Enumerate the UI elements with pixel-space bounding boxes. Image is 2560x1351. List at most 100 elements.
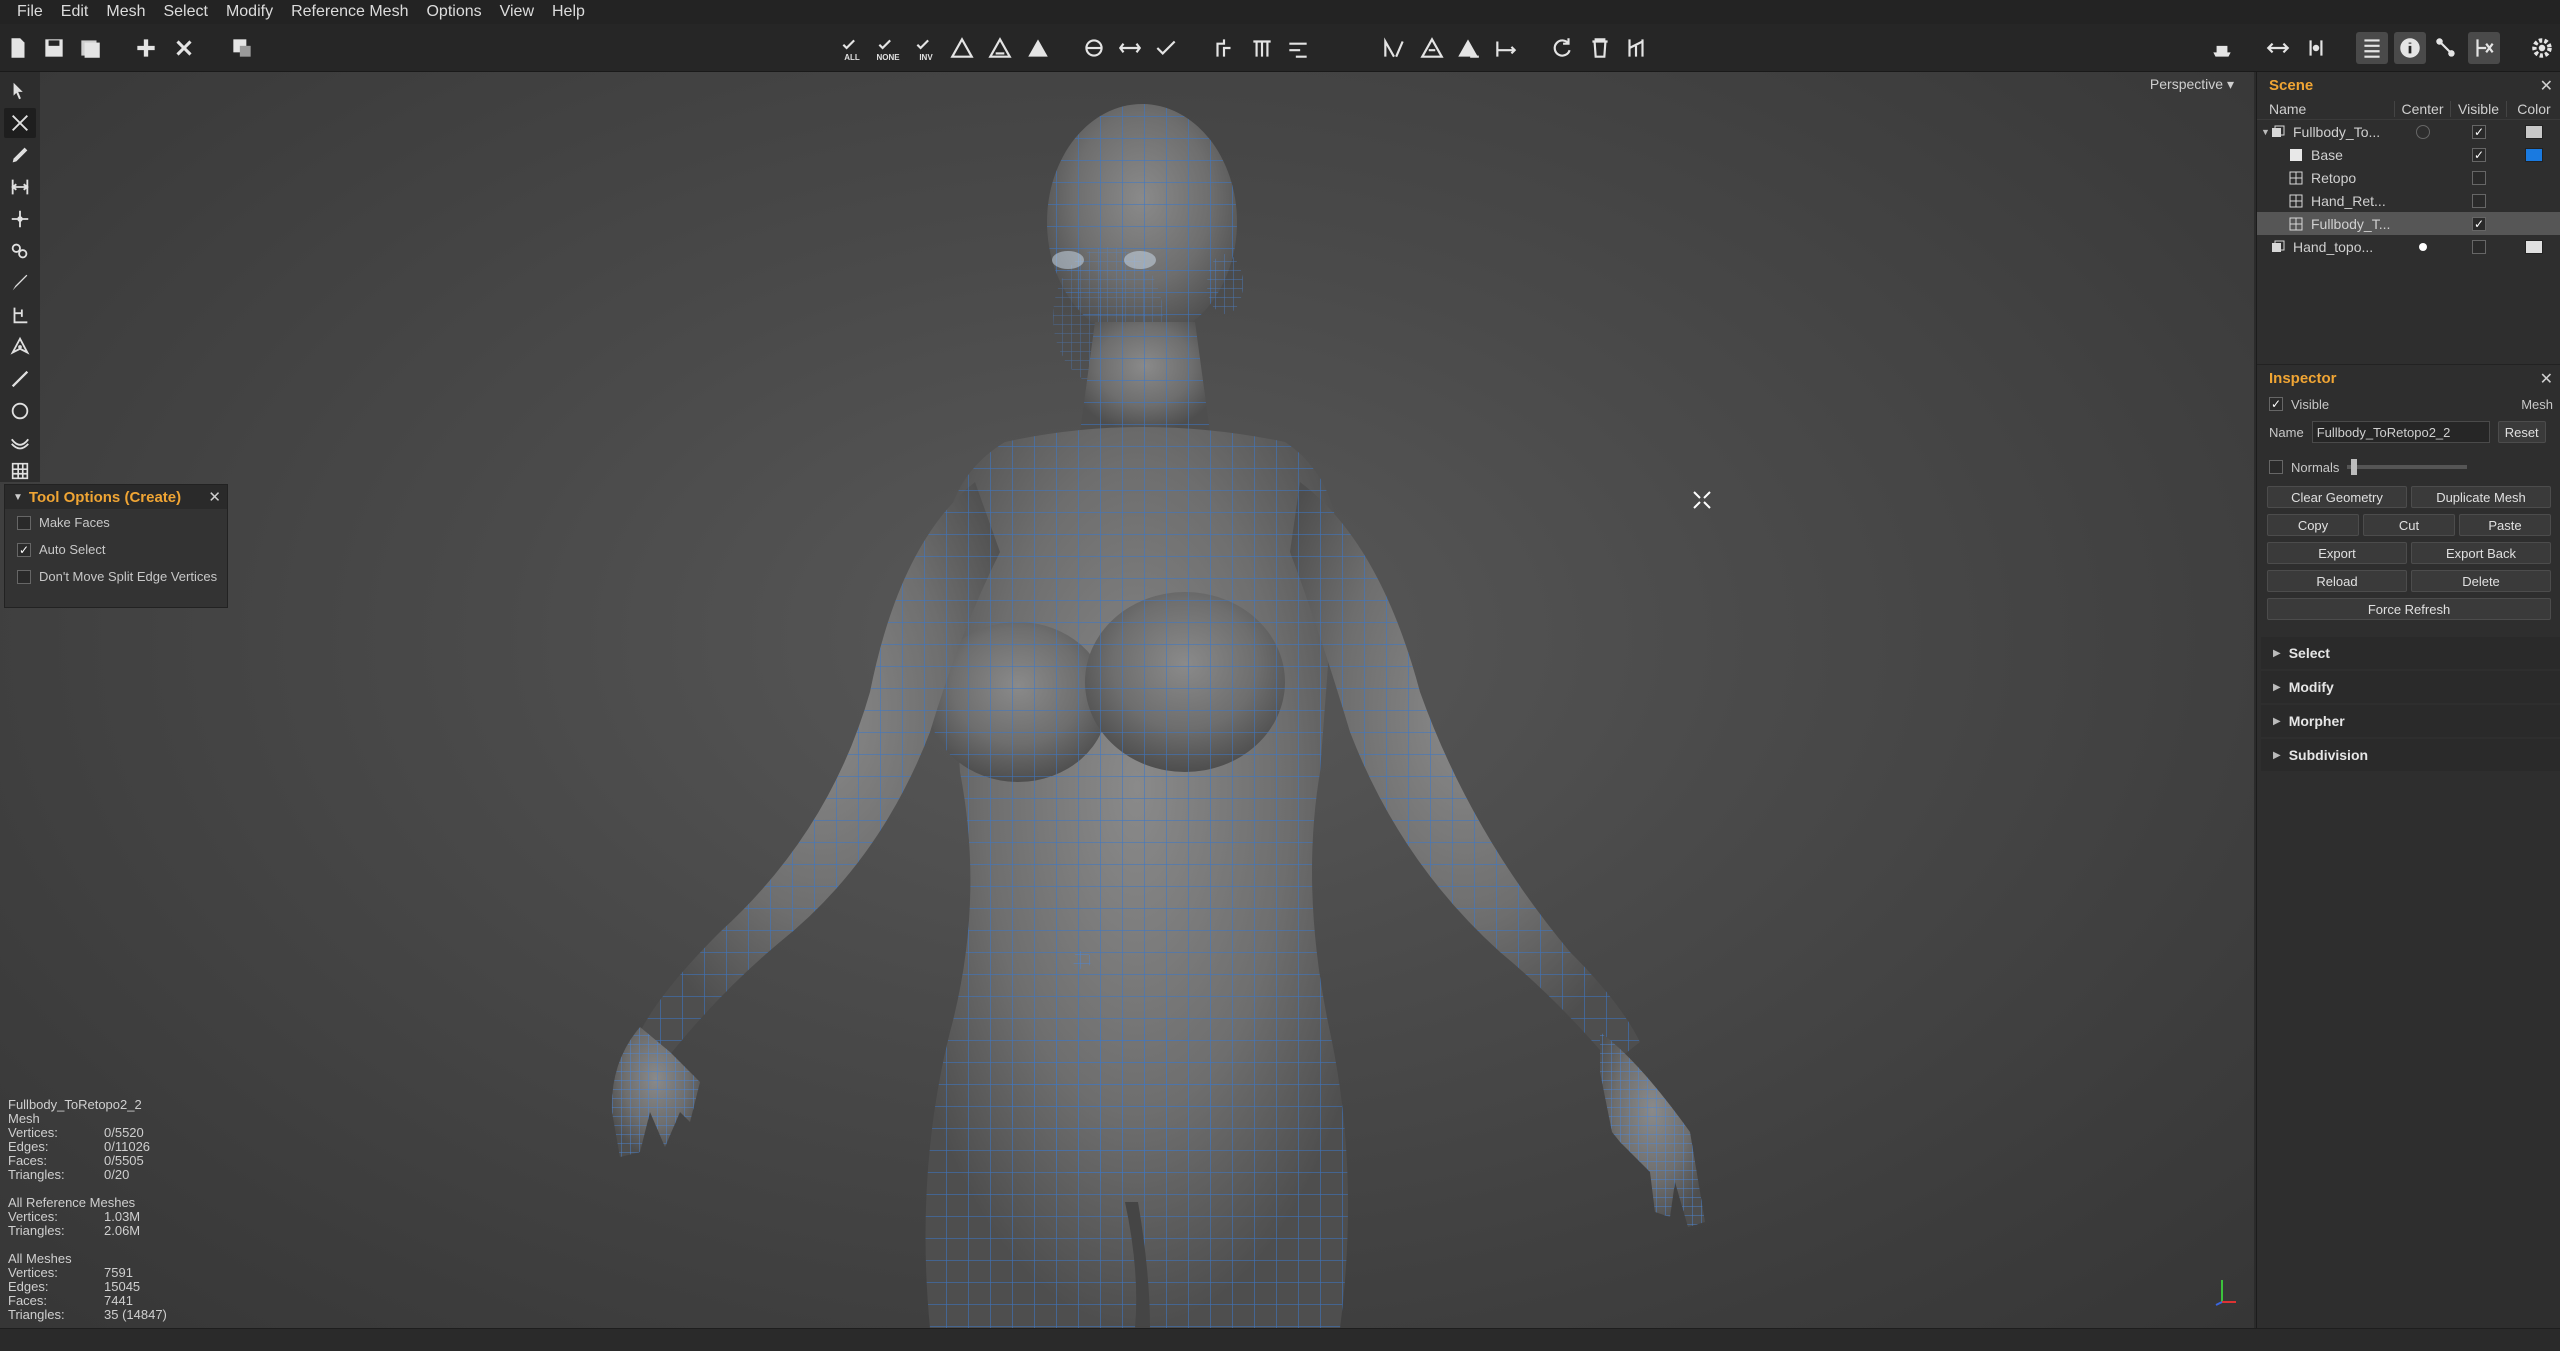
center-radio[interactable] [2416, 124, 2430, 139]
export-button[interactable]: Export [2267, 542, 2407, 564]
knife-tool-icon[interactable] [4, 364, 36, 394]
retopology-mesh-figure[interactable] [0, 72, 2254, 1328]
scene-row[interactable]: Retopo [2257, 166, 2560, 189]
option-dont-move-split[interactable]: Don't Move Split Edge Vertices [5, 563, 227, 590]
center-radio[interactable] [2419, 242, 2427, 251]
menu-edit[interactable]: Edit [52, 0, 98, 24]
align-icon[interactable] [1246, 32, 1278, 64]
make-faces-checkbox[interactable] [17, 515, 31, 530]
reset-button[interactable]: Reset [2497, 421, 2546, 443]
select-all-button[interactable]: ALL [836, 32, 868, 64]
menu-file[interactable]: File [8, 0, 52, 24]
duplicate-object-icon[interactable] [226, 32, 258, 64]
force-refresh-button[interactable]: Force Refresh [2267, 598, 2551, 620]
distribute-icon[interactable] [1282, 32, 1314, 64]
settings-gear-icon[interactable] [2526, 32, 2558, 64]
tool-options-header[interactable]: ▼ Tool Options (Create) ✕ [5, 485, 227, 509]
grid-tool-icon[interactable] [4, 456, 36, 486]
circle-tool-icon[interactable] [4, 396, 36, 426]
shrink-selection-icon[interactable] [984, 32, 1016, 64]
option-auto-select[interactable]: ✓ Auto Select [5, 536, 227, 563]
isolate-icon[interactable] [2300, 32, 2332, 64]
name-input[interactable]: Fullbody_ToRetopo2_2 [2311, 421, 2490, 443]
scene-row[interactable]: ▼ Fullbody_To... ✓ [2257, 120, 2560, 143]
snapping-icon[interactable] [2430, 32, 2462, 64]
column-color[interactable]: Color [2507, 101, 2560, 117]
expand-triangle-icon[interactable]: ▼ [2261, 127, 2271, 137]
menu-help[interactable]: Help [543, 0, 594, 24]
relax-icon[interactable] [1490, 32, 1522, 64]
move-tool-icon[interactable] [4, 204, 36, 234]
normals-slider[interactable] [2347, 459, 2468, 475]
pen-tool-icon[interactable] [4, 332, 36, 362]
paste-button[interactable]: Paste [2459, 514, 2551, 536]
scene-row-selected[interactable]: Fullbody_T... ✓ [2257, 212, 2560, 235]
mirror-icon[interactable] [1378, 32, 1410, 64]
fix-mesh-icon[interactable] [1620, 32, 1652, 64]
column-visible[interactable]: Visible [2451, 100, 2507, 117]
menu-modify[interactable]: Modify [217, 0, 282, 24]
menu-reference-mesh[interactable]: Reference Mesh [282, 0, 417, 24]
reload-button[interactable]: Reload [2267, 570, 2407, 592]
visible-checkbox[interactable]: ✓ [2269, 397, 2283, 411]
visible-checkbox[interactable] [2472, 239, 2486, 254]
symmetry-icon[interactable] [1416, 32, 1448, 64]
visible-checkbox[interactable]: ✓ [2472, 124, 2486, 139]
color-swatch[interactable] [2525, 124, 2543, 139]
visible-checkbox[interactable]: ✓ [2472, 216, 2486, 231]
save-as-icon[interactable] [74, 32, 106, 64]
new-file-icon[interactable] [2, 32, 34, 64]
select-invert-button[interactable]: INV [910, 32, 942, 64]
select-loop-icon[interactable] [1078, 32, 1110, 64]
scene-row[interactable]: Hand_Ret... [2257, 189, 2560, 212]
save-icon[interactable] [38, 32, 70, 64]
viewport-shading-icon[interactable] [2206, 32, 2238, 64]
scene-row[interactable]: Base ✓ [2257, 143, 2560, 166]
menu-view[interactable]: View [491, 0, 543, 24]
tool-options-toggle-icon[interactable] [2468, 32, 2500, 64]
scene-row[interactable]: Hand_topo... [2257, 235, 2560, 258]
projection-dropdown[interactable]: Perspective ▾ [2150, 76, 2234, 93]
normals-checkbox[interactable] [2269, 460, 2283, 474]
add-icon[interactable] [130, 32, 162, 64]
select-edges-icon[interactable] [1150, 32, 1182, 64]
auto-select-checkbox[interactable]: ✓ [17, 542, 31, 557]
select-ring-icon[interactable] [1114, 32, 1146, 64]
strip-tool-icon[interactable] [4, 428, 36, 458]
extrude-tool-icon[interactable] [4, 300, 36, 330]
section-subdivision[interactable]: ▶ Subdivision [2261, 739, 2560, 771]
clear-geometry-button[interactable]: Clear Geometry [2267, 486, 2407, 508]
draw-tool-icon[interactable] [4, 140, 36, 170]
flip-normals-icon[interactable] [1208, 32, 1240, 64]
close-icon[interactable]: ✕ [208, 488, 221, 506]
remove-icon[interactable] [168, 32, 200, 64]
refresh-icon[interactable] [1546, 32, 1578, 64]
delete-button[interactable]: Delete [2411, 570, 2551, 592]
select-faces-icon[interactable] [1022, 32, 1054, 64]
close-icon[interactable]: ✕ [2540, 76, 2553, 96]
visible-checkbox[interactable]: ✓ [2472, 147, 2486, 162]
create-tool-icon[interactable] [4, 108, 36, 138]
select-tool-icon[interactable] [4, 76, 36, 106]
collapse-triangle-icon[interactable]: ▼ [13, 492, 23, 503]
color-swatch[interactable] [2525, 239, 2543, 254]
menu-select[interactable]: Select [154, 0, 216, 24]
inspector-toggle-icon[interactable] [2394, 32, 2426, 64]
section-morpher[interactable]: ▶ Morpher [2261, 705, 2560, 737]
grow-selection-icon[interactable] [946, 32, 978, 64]
close-icon[interactable]: ✕ [2540, 369, 2553, 389]
section-modify[interactable]: ▶ Modify [2261, 671, 2560, 703]
color-swatch[interactable] [2525, 147, 2543, 162]
option-make-faces[interactable]: Make Faces [5, 509, 227, 536]
trash-icon[interactable] [1584, 32, 1616, 64]
dont-move-split-checkbox[interactable] [17, 569, 31, 584]
brush-tool-icon[interactable] [4, 268, 36, 298]
menu-options[interactable]: Options [417, 0, 490, 24]
copy-button[interactable]: Copy [2267, 514, 2359, 536]
bridge-tool-icon[interactable] [4, 172, 36, 202]
select-none-button[interactable]: NONE [872, 32, 904, 64]
export-back-button[interactable]: Export Back [2411, 542, 2551, 564]
column-name[interactable]: Name [2257, 100, 2395, 117]
3d-viewport[interactable]: Perspective ▾ [0, 72, 2254, 1328]
menu-mesh[interactable]: Mesh [97, 0, 154, 24]
